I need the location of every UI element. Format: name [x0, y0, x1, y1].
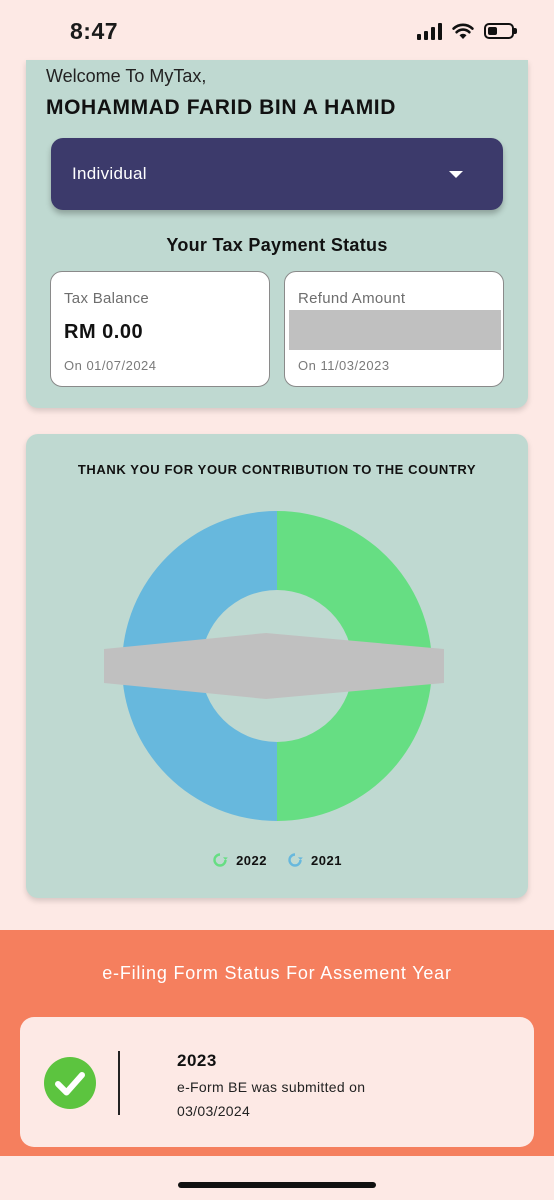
wifi-icon [452, 23, 474, 39]
taxpayer-type-dropdown[interactable]: Individual [51, 138, 503, 210]
donut-chart [104, 511, 444, 821]
efiling-status-card[interactable]: 2023 e-Form BE was submitted on 03/03/20… [20, 1017, 534, 1147]
user-name: MOHAMMAD FARID BIN A HAMID [46, 96, 397, 119]
home-indicator[interactable] [178, 1182, 376, 1188]
tax-balance-date: On 01/07/2024 [64, 358, 157, 373]
tax-balance-label: Tax Balance [64, 290, 150, 307]
chevron-down-icon [449, 171, 463, 178]
welcome-card: Welcome To MyTax, MOHAMMAD FARID BIN A H… [26, 60, 528, 408]
tax-balance-value: RM 0.00 [64, 321, 144, 343]
contribution-chart-card: THANK YOU FOR YOUR CONTRIBUTION TO THE C… [26, 434, 528, 898]
efiling-submitted-date: 03/03/2024 [177, 1103, 251, 1119]
efiling-year: 2023 [177, 1051, 217, 1070]
refresh-icon [288, 853, 303, 867]
legend-item-2021[interactable]: 2021 [287, 852, 342, 868]
cellular-signal-icon [417, 22, 442, 40]
refund-amount-date: On 11/03/2023 [298, 358, 390, 373]
status-icons [417, 22, 517, 40]
tax-balance-card[interactable]: Tax Balance RM 0.00 On 01/07/2024 [50, 271, 270, 387]
legend-label-2022: 2022 [236, 852, 267, 868]
refresh-icon [213, 853, 228, 867]
vertical-divider [118, 1051, 120, 1115]
redacted-refund-value [289, 310, 501, 350]
efiling-status-section: e-Filing Form Status For Assement Year 2… [0, 930, 554, 1156]
refund-amount-card[interactable]: Refund Amount On 11/03/2023 [284, 271, 504, 387]
status-bar: 8:47 [0, 0, 554, 62]
legend-item-2022[interactable]: 2022 [212, 852, 267, 868]
battery-icon [484, 23, 517, 39]
efiling-status-text: e-Form BE was submitted on [177, 1079, 366, 1095]
refund-amount-label: Refund Amount [298, 290, 406, 307]
check-circle-icon [44, 1057, 96, 1109]
efiling-title: e-Filing Form Status For Assement Year [102, 963, 452, 983]
legend-label-2021: 2021 [311, 852, 342, 868]
payment-status-title: Your Tax Payment Status [166, 235, 388, 255]
chart-legend: 2022 2021 [26, 852, 528, 868]
taxpayer-type-value: Individual [72, 164, 147, 183]
status-time: 8:47 [70, 18, 119, 44]
welcome-text: Welcome To MyTax, [46, 66, 207, 86]
